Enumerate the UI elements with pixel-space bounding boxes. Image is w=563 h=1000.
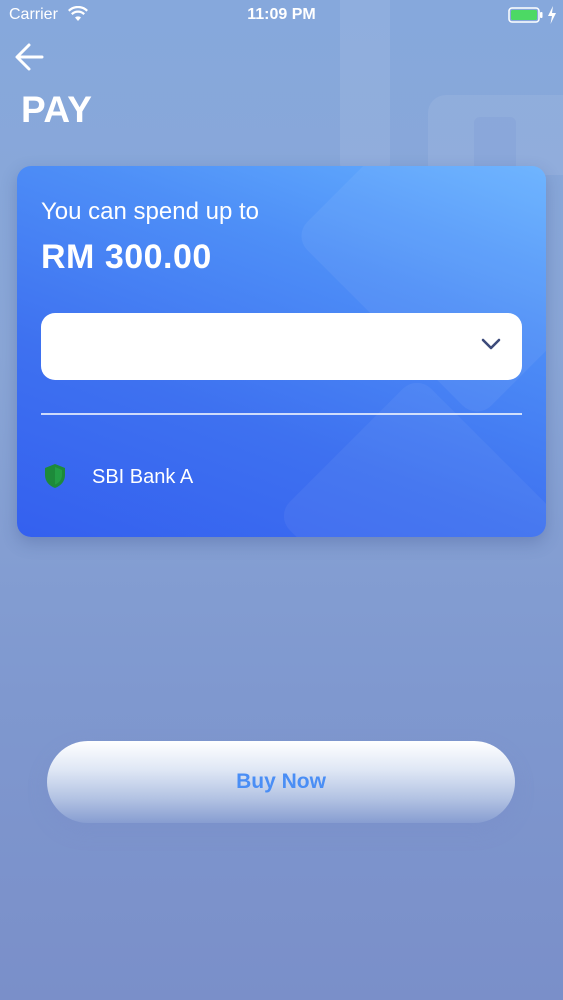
bank-name: SBI Bank A: [92, 466, 194, 488]
battery-icon: [508, 7, 543, 23]
spend-limit-amount: RM 300.00: [41, 238, 212, 276]
payment-method-dropdown[interactable]: [41, 313, 522, 380]
clock: 11:09 PM: [247, 6, 316, 23]
page-title: PAY: [21, 89, 93, 130]
arrow-left-icon[interactable]: [14, 42, 46, 72]
shield-icon: [45, 464, 65, 488]
spend-limit-label: You can spend up to: [41, 198, 259, 225]
status-bar: Carrier 11:09 PM: [0, 0, 563, 30]
card-decoration: [275, 374, 546, 537]
divider: [41, 413, 522, 415]
buy-now-button[interactable]: Buy Now: [47, 741, 515, 823]
spending-card: You can spend up to RM 300.00 SBI Bank A: [17, 166, 546, 537]
chevron-down-icon[interactable]: [481, 337, 501, 351]
charging-bolt-icon: [548, 6, 556, 24]
